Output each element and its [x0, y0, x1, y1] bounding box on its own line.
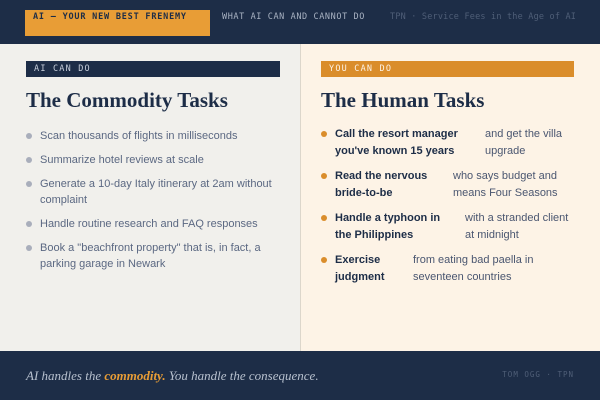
tagline-highlight: commodity.	[104, 368, 166, 383]
bullet-icon	[26, 221, 32, 227]
tab-ai-frenemy[interactable]: AI — YOUR NEW BEST FRENEMY	[25, 10, 210, 36]
task-emphasis: Read the nervous bride-to-be	[335, 170, 428, 199]
ai-can-do-label: AI CAN DO	[26, 61, 280, 77]
list-item-text: Book a "beachfront property" that is, in…	[40, 242, 261, 270]
bullet-icon	[321, 173, 327, 179]
tagline-end: You handle the consequence.	[165, 368, 319, 383]
list-item: Book a "beachfront property" that is, in…	[26, 240, 278, 272]
list-item-text: Handle routine research and FAQ response…	[40, 218, 258, 230]
list-item: Generate a 10-day Italy itinerary at 2am…	[26, 176, 278, 208]
tab-service-fees[interactable]: TPN · Service Fees in the Age of AI	[390, 12, 580, 23]
commodity-panel: AI CAN DO The Commodity Tasks Scan thous…	[0, 44, 300, 351]
list-item-text: Summarize hotel reviews at scale	[40, 154, 204, 166]
bullet-icon	[26, 181, 32, 187]
you-can-do-label: YOU CAN DO	[321, 61, 574, 77]
human-panel: YOU CAN DO The Human Tasks Call the reso…	[301, 44, 600, 351]
list-item-text: Generate a 10-day Italy itinerary at 2am…	[40, 178, 272, 206]
bullet-icon	[26, 157, 32, 163]
task-detail: with a stranded client at midnight	[465, 212, 569, 241]
task-emphasis: Exercise judgment	[335, 254, 385, 283]
task-detail: from eating bad paella in seventeen coun…	[413, 254, 534, 283]
commodity-heading: The Commodity Tasks	[26, 88, 228, 112]
task-detail: and get the villa upgrade	[485, 128, 563, 157]
list-item-text: Scan thousands of flights in millisecond…	[40, 130, 238, 142]
footer-bar: AI handles the commodity. You handle the…	[0, 351, 600, 400]
footer-tagline: AI handles the commodity. You handle the…	[26, 368, 319, 384]
list-item: Summarize hotel reviews at scale	[26, 152, 278, 168]
human-task-list: Call the resort manager you've known 15 …	[321, 126, 591, 294]
list-item: Read the nervous bride-to-be who says bu…	[321, 168, 591, 202]
bullet-icon	[321, 215, 327, 221]
bullet-icon	[26, 245, 32, 251]
bullet-icon	[321, 257, 327, 263]
tab-what-ai-can-do[interactable]: WHAT AI CAN AND CANNOT DO	[222, 12, 382, 23]
list-item: Exercise judgment from eating bad paella…	[321, 252, 591, 286]
commodity-task-list: Scan thousands of flights in millisecond…	[26, 128, 278, 280]
bullet-icon	[321, 131, 327, 137]
task-emphasis: Handle a typhoon in the Philippines	[335, 212, 441, 241]
tagline-start: AI handles the	[26, 368, 105, 383]
footer-byline: TOM OGG · TPN	[502, 370, 574, 379]
list-item: Scan thousands of flights in millisecond…	[26, 128, 278, 144]
top-bar: AI — YOUR NEW BEST FRENEMY WHAT AI CAN A…	[0, 0, 600, 44]
task-detail: who says budget and means Four Seasons	[453, 170, 558, 199]
human-heading: The Human Tasks	[321, 88, 485, 112]
bullet-icon	[26, 133, 32, 139]
list-item: Handle a typhoon in the Philippines with…	[321, 210, 591, 244]
list-item: Call the resort manager you've known 15 …	[321, 126, 591, 160]
task-emphasis: Call the resort manager you've known 15 …	[335, 128, 458, 157]
list-item: Handle routine research and FAQ response…	[26, 216, 278, 232]
